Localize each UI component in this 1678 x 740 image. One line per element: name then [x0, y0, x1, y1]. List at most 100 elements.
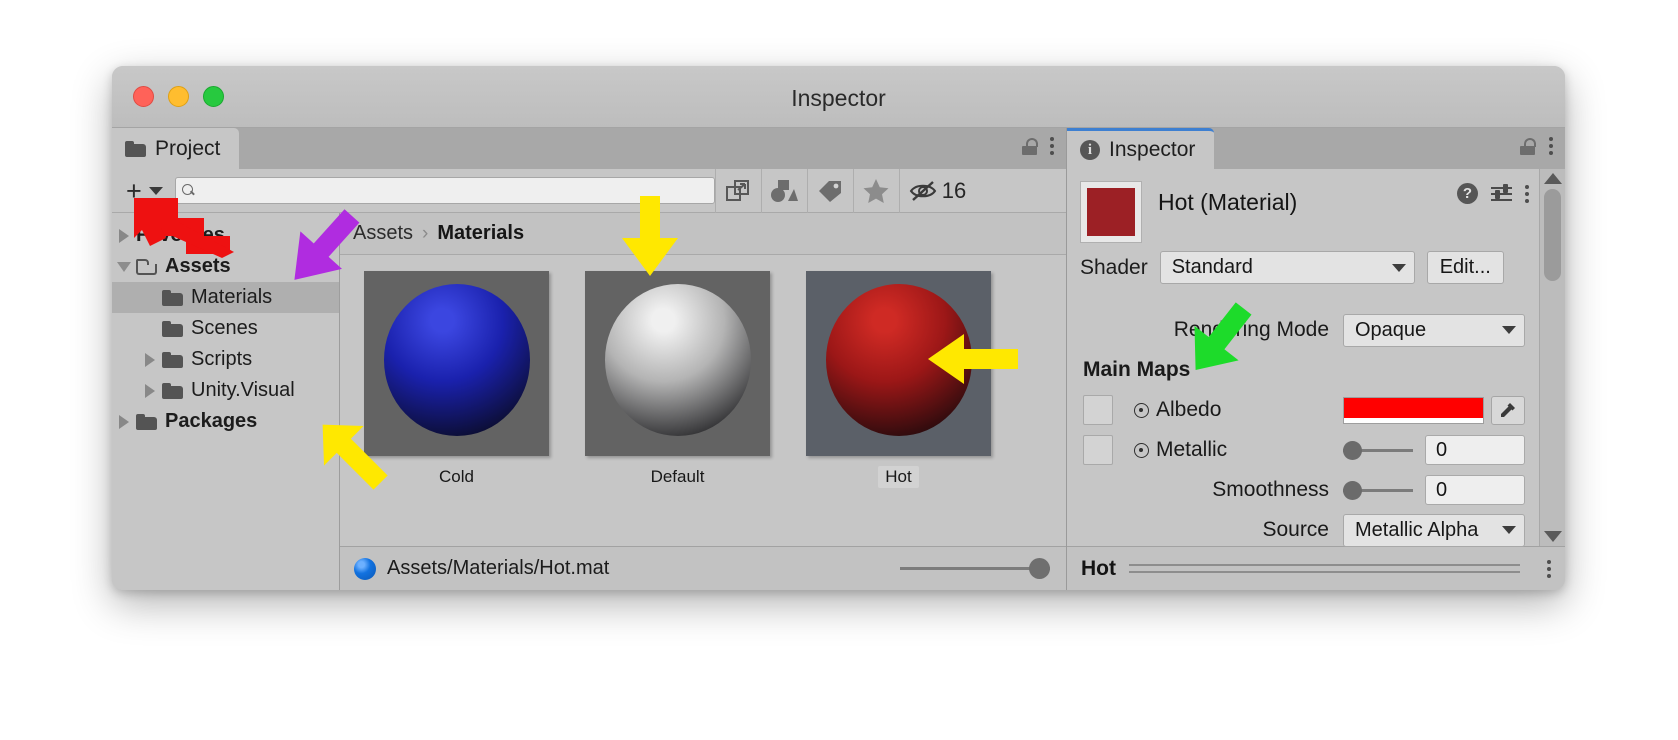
property-checkbox-metallic[interactable] [1083, 435, 1113, 465]
tree-item-scripts[interactable]: Scripts [112, 344, 339, 375]
eyedropper-icon[interactable] [1491, 396, 1525, 425]
folder-icon [162, 352, 183, 368]
property-dropdown-rendering-mode[interactable]: Opaque [1343, 314, 1525, 347]
project-split: Favorites Assets Materials Scenes Scripts Uni… [112, 213, 1066, 590]
lock-icon[interactable] [1022, 138, 1037, 155]
texture-target-icon[interactable] [1134, 443, 1149, 458]
shader-dropdown[interactable]: Standard [1160, 251, 1415, 284]
hidden-items-indicator[interactable]: 16 [899, 169, 976, 213]
favorites-star-icon[interactable] [853, 169, 899, 213]
kebab-menu-icon[interactable] [1533, 560, 1565, 578]
info-icon: i [1080, 140, 1100, 160]
property-row-smoothness: Smoothness0 [1067, 470, 1529, 510]
tree-item-label: Packages [165, 410, 257, 433]
asset-thumbnail[interactable] [806, 271, 991, 456]
tree-item-favorites[interactable]: Favorites [112, 220, 339, 251]
chevron-right-icon [145, 353, 155, 367]
scrollbar-track[interactable] [1540, 184, 1565, 531]
slider-handle[interactable] [1343, 441, 1362, 460]
tree-item-assets[interactable]: Assets [112, 251, 339, 282]
project-tabstrip: Project [112, 128, 1066, 169]
scrollbar-thumb[interactable] [1544, 189, 1561, 281]
tree-item-label: Materials [191, 286, 272, 309]
tree-twisty[interactable] [138, 353, 162, 367]
tree-item-unity-visual[interactable]: Unity.Visual [112, 375, 339, 406]
project-tab-icons [1022, 137, 1054, 155]
edit-shader-button[interactable]: Edit... [1427, 251, 1504, 284]
property-number-smoothness[interactable]: 0 [1425, 475, 1525, 505]
material-sphere-preview [826, 284, 972, 436]
kebab-menu-icon[interactable] [1549, 137, 1553, 155]
type-filter-icon[interactable] [761, 169, 807, 213]
kebab-menu-icon[interactable] [1050, 137, 1054, 155]
section-header-main-maps: Main Maps [1083, 358, 1190, 382]
property-slider-metallic[interactable] [1343, 440, 1413, 460]
tree-item-materials[interactable]: Materials [112, 282, 339, 313]
breadcrumb: Assets › Materials [340, 213, 1066, 255]
material-properties: Rendering ModeOpaqueMain MapsAlbedoMetal… [1067, 297, 1539, 550]
tab-project[interactable]: Project [112, 128, 239, 169]
property-checkbox-albedo[interactable] [1083, 395, 1113, 425]
lock-icon[interactable] [1520, 138, 1535, 155]
shader-row: Shader Standard Edit... [1067, 243, 1539, 284]
search-field[interactable] [175, 177, 715, 204]
asset-label: Hot [878, 466, 918, 488]
footer-decoration [1129, 564, 1520, 573]
help-icon[interactable]: ? [1457, 183, 1478, 204]
folder-icon [162, 290, 183, 306]
kebab-menu-icon[interactable] [1525, 185, 1529, 203]
preset-icon[interactable] [1491, 185, 1512, 203]
slider-handle[interactable] [1343, 481, 1362, 500]
shader-label: Shader [1080, 256, 1148, 280]
tree-item-scenes[interactable]: Scenes [112, 313, 339, 344]
asset-item-hot[interactable]: Hot [806, 271, 991, 488]
tab-inspector[interactable]: i Inspector [1067, 128, 1214, 169]
tab-project-label: Project [155, 137, 220, 161]
tree-item-label: Assets [165, 255, 231, 278]
tree-twisty[interactable] [112, 415, 136, 429]
tree-twisty[interactable] [112, 262, 136, 272]
breadcrumb-root[interactable]: Assets [353, 222, 413, 245]
eye-off-icon [908, 179, 938, 203]
property-value: Metallic Alpha [1355, 519, 1478, 542]
scroll-up-arrow-icon[interactable] [1544, 173, 1562, 184]
inspector-scrollbar[interactable] [1539, 169, 1565, 546]
project-panel: Project + [112, 128, 1067, 590]
property-label: Metallic [1156, 438, 1227, 462]
tree-item-label: Scenes [191, 317, 258, 340]
material-sphere-preview [605, 284, 751, 436]
breadcrumb-current[interactable]: Materials [437, 222, 524, 245]
tree-twisty[interactable] [138, 384, 162, 398]
chevron-right-icon [119, 415, 129, 429]
tree-item-label: Favorites [136, 224, 225, 247]
texture-target-icon[interactable] [1134, 403, 1149, 418]
project-grid-wrapper: Assets › Materials ColdDefault Hot Assets… [340, 213, 1066, 590]
tree-twisty[interactable] [112, 229, 136, 243]
inspector-footer: Hot [1067, 546, 1565, 590]
tree-item-label: Scripts [191, 348, 252, 371]
search-input[interactable] [201, 182, 708, 199]
inspector-tab-icons [1520, 137, 1553, 155]
label-filter-icon[interactable] [807, 169, 853, 213]
albedo-color-swatch[interactable] [1343, 397, 1484, 424]
property-dropdown-source[interactable]: Metallic Alpha [1343, 514, 1525, 547]
material-sphere-preview [384, 284, 530, 436]
shader-value: Standard [1172, 256, 1253, 279]
project-toolbar: + [112, 169, 1066, 213]
property-number-metallic[interactable]: 0 [1425, 435, 1525, 465]
tree-item-packages[interactable]: Packages [112, 406, 339, 437]
asset-thumbnail[interactable] [364, 271, 549, 456]
inspector-content: Hot (Material) ? Shader Standard [1067, 169, 1539, 546]
thumbnail-zoom-slider[interactable] [900, 559, 1050, 579]
create-asset-button[interactable]: + [120, 176, 175, 206]
property-slider-smoothness[interactable] [1343, 480, 1413, 500]
open-in-new-window-icon[interactable] [715, 169, 761, 213]
scroll-down-arrow-icon[interactable] [1544, 531, 1562, 542]
window-body: Project + [112, 128, 1565, 590]
asset-item-default[interactable]: Default [585, 271, 770, 488]
asset-thumbnail[interactable] [585, 271, 770, 456]
zoom-slider-handle[interactable] [1029, 558, 1050, 579]
asset-item-cold[interactable]: Cold [364, 271, 549, 488]
search-icon [182, 184, 195, 197]
editor-window: Inspector Project + [112, 66, 1565, 590]
